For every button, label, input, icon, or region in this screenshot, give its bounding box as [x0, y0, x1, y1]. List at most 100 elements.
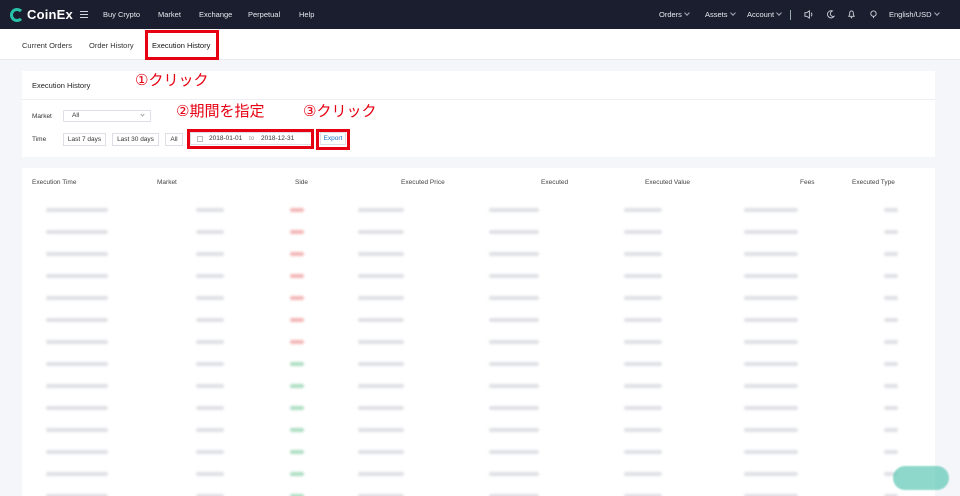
redacted-cell: [358, 406, 404, 410]
col-executed-value: Executed Value: [645, 179, 691, 186]
redacted-cell: [46, 384, 108, 388]
redacted-cell: [884, 450, 898, 454]
redacted-cell: [884, 406, 898, 410]
redacted-cell: [358, 472, 404, 476]
redacted-cell: [489, 362, 539, 366]
redacted-cell: [884, 252, 898, 256]
redacted-cell: [358, 230, 404, 234]
table-row: [22, 420, 935, 442]
redacted-cell: [624, 274, 662, 278]
redacted-cell: [358, 296, 404, 300]
redacted-cell: [489, 318, 539, 322]
redacted-cell: [744, 230, 798, 234]
col-executed-type: Executed Type: [852, 179, 895, 186]
col-market: Market: [157, 179, 177, 186]
redacted-cell: [46, 230, 108, 234]
redacted-cell: [744, 208, 798, 212]
redacted-cell: [196, 428, 224, 432]
redacted-cell: [624, 428, 662, 432]
redacted-cell: [624, 230, 662, 234]
col-executed: Executed: [541, 179, 569, 186]
redacted-cell: [489, 472, 539, 476]
bell-icon[interactable]: [847, 10, 856, 19]
col-side: Side: [295, 179, 309, 186]
redacted-cell: [744, 318, 798, 322]
coinex-logo-icon: [10, 7, 24, 22]
annotation-box-tab: [145, 30, 219, 60]
nav-account[interactable]: Account: [747, 10, 782, 19]
nav-account-label: Account: [747, 10, 775, 19]
nav-assets-label: Assets: [705, 10, 728, 19]
redacted-cell: [46, 450, 108, 454]
redacted-cell: [744, 406, 798, 410]
redacted-cell: [884, 230, 898, 234]
tab-order-history[interactable]: Order History: [89, 41, 134, 50]
redacted-cell: [489, 428, 539, 432]
annotation-step1: ①クリック: [135, 71, 209, 89]
nav-market[interactable]: Market: [158, 10, 181, 19]
last-7-days-button[interactable]: Last 7 days: [63, 133, 106, 146]
redacted-cell: [624, 450, 662, 454]
moon-icon[interactable]: [826, 10, 835, 19]
redacted-cell: [358, 252, 404, 256]
table-row: [22, 222, 935, 244]
all-time-button[interactable]: All: [165, 133, 183, 146]
last-30-days-button[interactable]: Last 30 days: [112, 133, 159, 146]
redacted-cell: [884, 362, 898, 366]
coinex-logo[interactable]: CoinEx: [10, 7, 73, 22]
tabs-bar: Current Orders Order History Execution H…: [0, 29, 960, 60]
redacted-cell: [196, 406, 224, 410]
redacted-cell: [46, 296, 108, 300]
redacted-cell: [290, 318, 304, 322]
nav-buy-crypto[interactable]: Buy Crypto: [103, 10, 140, 19]
table-row: [22, 376, 935, 398]
nav-perpetual[interactable]: Perpetual: [248, 10, 280, 19]
redacted-cell: [489, 274, 539, 278]
nav-exchange[interactable]: Exchange: [199, 10, 232, 19]
market-select[interactable]: All: [63, 110, 151, 122]
redacted-cell: [744, 362, 798, 366]
col-execution-time: Execution Time: [32, 179, 77, 186]
chevron-down-icon: [776, 10, 782, 16]
redacted-cell: [46, 274, 108, 278]
tab-current-orders[interactable]: Current Orders: [22, 41, 72, 50]
redacted-cell: [46, 208, 108, 212]
table-row: [22, 398, 935, 420]
redacted-cell: [196, 384, 224, 388]
table-row: [22, 464, 935, 486]
redacted-cell: [46, 252, 108, 256]
table-row: [22, 200, 935, 222]
brand-name: CoinEx: [27, 7, 73, 22]
nav-help[interactable]: Help: [299, 10, 314, 19]
market-label: Market: [32, 113, 52, 120]
nav-orders[interactable]: Orders: [659, 10, 690, 19]
redacted-cell: [489, 406, 539, 410]
help-chat-button[interactable]: [893, 466, 949, 490]
redacted-cell: [489, 208, 539, 212]
speaker-icon[interactable]: [804, 10, 813, 19]
annotation-box-export: [316, 129, 350, 150]
redacted-cell: [489, 230, 539, 234]
nav-language-label: English/USD: [889, 10, 932, 19]
redacted-cell: [624, 252, 662, 256]
redacted-cell: [884, 208, 898, 212]
redacted-cell: [624, 472, 662, 476]
menu-icon[interactable]: [80, 11, 88, 20]
chevron-down-icon: [684, 10, 690, 16]
nav-divider: [790, 10, 791, 20]
redacted-cell: [489, 384, 539, 388]
redacted-cell: [46, 318, 108, 322]
redacted-cell: [358, 384, 404, 388]
download-icon[interactable]: [869, 10, 878, 19]
annotation-step3: ③クリック: [303, 102, 377, 120]
redacted-cell: [744, 252, 798, 256]
redacted-cell: [624, 318, 662, 322]
redacted-cell: [884, 296, 898, 300]
redacted-cell: [290, 472, 304, 476]
nav-assets[interactable]: Assets: [705, 10, 736, 19]
nav-language[interactable]: English/USD: [889, 10, 940, 19]
top-nav: CoinEx Buy Crypto Market Exchange Perpet…: [0, 0, 960, 29]
table-row: [22, 332, 935, 354]
redacted-cell: [290, 230, 304, 234]
redacted-cell: [196, 318, 224, 322]
